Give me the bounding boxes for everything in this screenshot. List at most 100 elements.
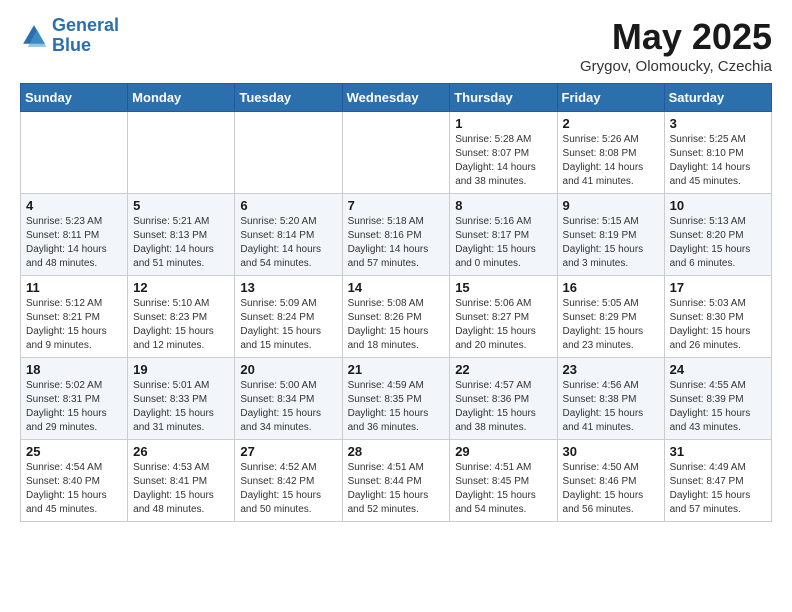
day-info: Sunrise: 4:53 AM Sunset: 8:41 PM Dayligh… bbox=[133, 461, 229, 517]
col-friday: Friday bbox=[557, 84, 664, 112]
day-info: Sunrise: 4:50 AM Sunset: 8:46 PM Dayligh… bbox=[563, 461, 659, 517]
calendar-cell: 27Sunrise: 4:52 AM Sunset: 8:42 PM Dayli… bbox=[235, 440, 342, 522]
day-number: 21 bbox=[348, 362, 445, 377]
header: General Blue May 2025 Grygov, Olomoucky,… bbox=[20, 16, 772, 75]
day-info: Sunrise: 4:51 AM Sunset: 8:44 PM Dayligh… bbox=[348, 461, 445, 517]
calendar-week-4: 18 Sunrise: 5:02 AM Sunset: 8:31 PM Dayli… bbox=[21, 358, 772, 440]
day-info: Sunrise: 4:59 AM Sunset: 8:35 PM Dayligh… bbox=[348, 379, 445, 435]
calendar-cell: 24 Sunrise: 4:55 AM Sunset: 8:39 PM Dayli… bbox=[664, 358, 771, 440]
day-info: Sunrise: 4:57 AM Sunset: 8:36 PM Dayligh… bbox=[455, 379, 551, 435]
calendar-cell: 5Sunrise: 5:21 AM Sunset: 8:13 PM Daylig… bbox=[128, 194, 235, 276]
day-number: 18 bbox=[26, 362, 122, 377]
logo-line1: General bbox=[52, 15, 119, 35]
calendar-cell: 16 Sunrise: 5:05 AM Sunset: 8:29 PM Dayli… bbox=[557, 276, 664, 358]
day-number: 27 bbox=[240, 444, 336, 459]
day-info: Sunrise: 5:00 AM Sunset: 8:34 PM Dayligh… bbox=[240, 379, 336, 435]
day-number: 6 bbox=[240, 198, 336, 213]
calendar-week-1: 1 Sunrise: 5:28 AM Sunset: 8:07 PM Daylig… bbox=[21, 112, 772, 194]
calendar-cell: 26 Sunrise: 4:53 AM Sunset: 8:41 PM Dayli… bbox=[128, 440, 235, 522]
day-number: 20 bbox=[240, 362, 336, 377]
calendar-cell: 4 Sunrise: 5:23 AM Sunset: 8:11 PM Daylig… bbox=[21, 194, 128, 276]
day-info: Sunrise: 5:28 AM Sunset: 8:07 PM Dayligh… bbox=[455, 133, 551, 189]
calendar-cell: 11Sunrise: 5:12 AM Sunset: 8:21 PM Dayli… bbox=[21, 276, 128, 358]
calendar-cell: 30 Sunrise: 4:50 AM Sunset: 8:46 PM Dayli… bbox=[557, 440, 664, 522]
calendar-cell: 31 Sunrise: 4:49 AM Sunset: 8:47 PM Dayli… bbox=[664, 440, 771, 522]
day-info: Sunrise: 4:56 AM Sunset: 8:38 PM Dayligh… bbox=[563, 379, 659, 435]
day-info: Sunrise: 5:06 AM Sunset: 8:27 PM Dayligh… bbox=[455, 297, 551, 353]
logo-icon bbox=[20, 22, 48, 50]
day-number: 24 bbox=[670, 362, 766, 377]
day-number: 26 bbox=[133, 444, 229, 459]
col-monday: Monday bbox=[128, 84, 235, 112]
calendar-cell bbox=[235, 112, 342, 194]
calendar-week-2: 4 Sunrise: 5:23 AM Sunset: 8:11 PM Daylig… bbox=[21, 194, 772, 276]
month-title: May 2025 bbox=[580, 16, 772, 58]
calendar-cell: 3Sunrise: 5:25 AM Sunset: 8:10 PM Daylig… bbox=[664, 112, 771, 194]
day-number: 28 bbox=[348, 444, 445, 459]
calendar-cell: 17 Sunrise: 5:03 AM Sunset: 8:30 PM Dayli… bbox=[664, 276, 771, 358]
day-number: 13 bbox=[240, 280, 336, 295]
day-info: Sunrise: 5:25 AM Sunset: 8:10 PM Dayligh… bbox=[670, 133, 766, 189]
calendar-cell: 12 Sunrise: 5:10 AM Sunset: 8:23 PM Dayli… bbox=[128, 276, 235, 358]
day-info: Sunrise: 4:55 AM Sunset: 8:39 PM Dayligh… bbox=[670, 379, 766, 435]
day-number: 7 bbox=[348, 198, 445, 213]
day-info: Sunrise: 5:10 AM Sunset: 8:23 PM Dayligh… bbox=[133, 297, 229, 353]
day-info: Sunrise: 4:54 AM Sunset: 8:40 PM Dayligh… bbox=[26, 461, 122, 517]
title-block: May 2025 Grygov, Olomoucky, Czechia bbox=[580, 16, 772, 75]
calendar-cell: 8 Sunrise: 5:16 AM Sunset: 8:17 PM Daylig… bbox=[450, 194, 557, 276]
day-info: Sunrise: 5:15 AM Sunset: 8:19 PM Dayligh… bbox=[563, 215, 659, 271]
day-info: Sunrise: 5:16 AM Sunset: 8:17 PM Dayligh… bbox=[455, 215, 551, 271]
day-number: 16 bbox=[563, 280, 659, 295]
calendar-cell: 28 Sunrise: 4:51 AM Sunset: 8:44 PM Dayli… bbox=[342, 440, 450, 522]
day-number: 4 bbox=[26, 198, 122, 213]
day-info: Sunrise: 5:09 AM Sunset: 8:24 PM Dayligh… bbox=[240, 297, 336, 353]
logo-line2: Blue bbox=[52, 35, 91, 55]
day-number: 15 bbox=[455, 280, 551, 295]
calendar-header-row: Sunday Monday Tuesday Wednesday Thursday… bbox=[21, 84, 772, 112]
calendar-cell bbox=[128, 112, 235, 194]
calendar-cell: 7 Sunrise: 5:18 AM Sunset: 8:16 PM Daylig… bbox=[342, 194, 450, 276]
location-subtitle: Grygov, Olomoucky, Czechia bbox=[580, 58, 772, 75]
calendar-cell bbox=[21, 112, 128, 194]
day-number: 22 bbox=[455, 362, 551, 377]
calendar-cell: 13 Sunrise: 5:09 AM Sunset: 8:24 PM Dayli… bbox=[235, 276, 342, 358]
day-number: 14 bbox=[348, 280, 445, 295]
day-info: Sunrise: 5:20 AM Sunset: 8:14 PM Dayligh… bbox=[240, 215, 336, 271]
calendar-cell: 1 Sunrise: 5:28 AM Sunset: 8:07 PM Daylig… bbox=[450, 112, 557, 194]
day-number: 31 bbox=[670, 444, 766, 459]
calendar-cell: 20 Sunrise: 5:00 AM Sunset: 8:34 PM Dayli… bbox=[235, 358, 342, 440]
day-number: 10 bbox=[670, 198, 766, 213]
day-info: Sunrise: 4:49 AM Sunset: 8:47 PM Dayligh… bbox=[670, 461, 766, 517]
day-number: 1 bbox=[455, 116, 551, 131]
day-number: 30 bbox=[563, 444, 659, 459]
calendar-cell: 22 Sunrise: 4:57 AM Sunset: 8:36 PM Dayli… bbox=[450, 358, 557, 440]
calendar-week-5: 25 Sunrise: 4:54 AM Sunset: 8:40 PM Dayli… bbox=[21, 440, 772, 522]
day-info: Sunrise: 5:13 AM Sunset: 8:20 PM Dayligh… bbox=[670, 215, 766, 271]
calendar-cell: 21 Sunrise: 4:59 AM Sunset: 8:35 PM Dayli… bbox=[342, 358, 450, 440]
calendar-cell: 15 Sunrise: 5:06 AM Sunset: 8:27 PM Dayli… bbox=[450, 276, 557, 358]
col-tuesday: Tuesday bbox=[235, 84, 342, 112]
calendar-cell: 19 Sunrise: 5:01 AM Sunset: 8:33 PM Dayli… bbox=[128, 358, 235, 440]
calendar-cell: 18 Sunrise: 5:02 AM Sunset: 8:31 PM Dayli… bbox=[21, 358, 128, 440]
day-number: 19 bbox=[133, 362, 229, 377]
day-number: 11 bbox=[26, 280, 122, 295]
day-info: Sunrise: 5:18 AM Sunset: 8:16 PM Dayligh… bbox=[348, 215, 445, 271]
col-saturday: Saturday bbox=[664, 84, 771, 112]
day-number: 25 bbox=[26, 444, 122, 459]
day-number: 17 bbox=[670, 280, 766, 295]
calendar-cell: 10 Sunrise: 5:13 AM Sunset: 8:20 PM Dayli… bbox=[664, 194, 771, 276]
day-info: Sunrise: 5:23 AM Sunset: 8:11 PM Dayligh… bbox=[26, 215, 122, 271]
day-info: Sunrise: 5:08 AM Sunset: 8:26 PM Dayligh… bbox=[348, 297, 445, 353]
calendar-cell: 2Sunrise: 5:26 AM Sunset: 8:08 PM Daylig… bbox=[557, 112, 664, 194]
day-info: Sunrise: 5:03 AM Sunset: 8:30 PM Dayligh… bbox=[670, 297, 766, 353]
calendar-cell: 6 Sunrise: 5:20 AM Sunset: 8:14 PM Daylig… bbox=[235, 194, 342, 276]
calendar-cell: 29Sunrise: 4:51 AM Sunset: 8:45 PM Dayli… bbox=[450, 440, 557, 522]
day-number: 8 bbox=[455, 198, 551, 213]
day-number: 29 bbox=[455, 444, 551, 459]
logo: General Blue bbox=[20, 16, 119, 56]
day-info: Sunrise: 5:01 AM Sunset: 8:33 PM Dayligh… bbox=[133, 379, 229, 435]
day-info: Sunrise: 5:21 AM Sunset: 8:13 PM Dayligh… bbox=[133, 215, 229, 271]
day-info: Sunrise: 5:02 AM Sunset: 8:31 PM Dayligh… bbox=[26, 379, 122, 435]
day-info: Sunrise: 5:05 AM Sunset: 8:29 PM Dayligh… bbox=[563, 297, 659, 353]
day-number: 12 bbox=[133, 280, 229, 295]
